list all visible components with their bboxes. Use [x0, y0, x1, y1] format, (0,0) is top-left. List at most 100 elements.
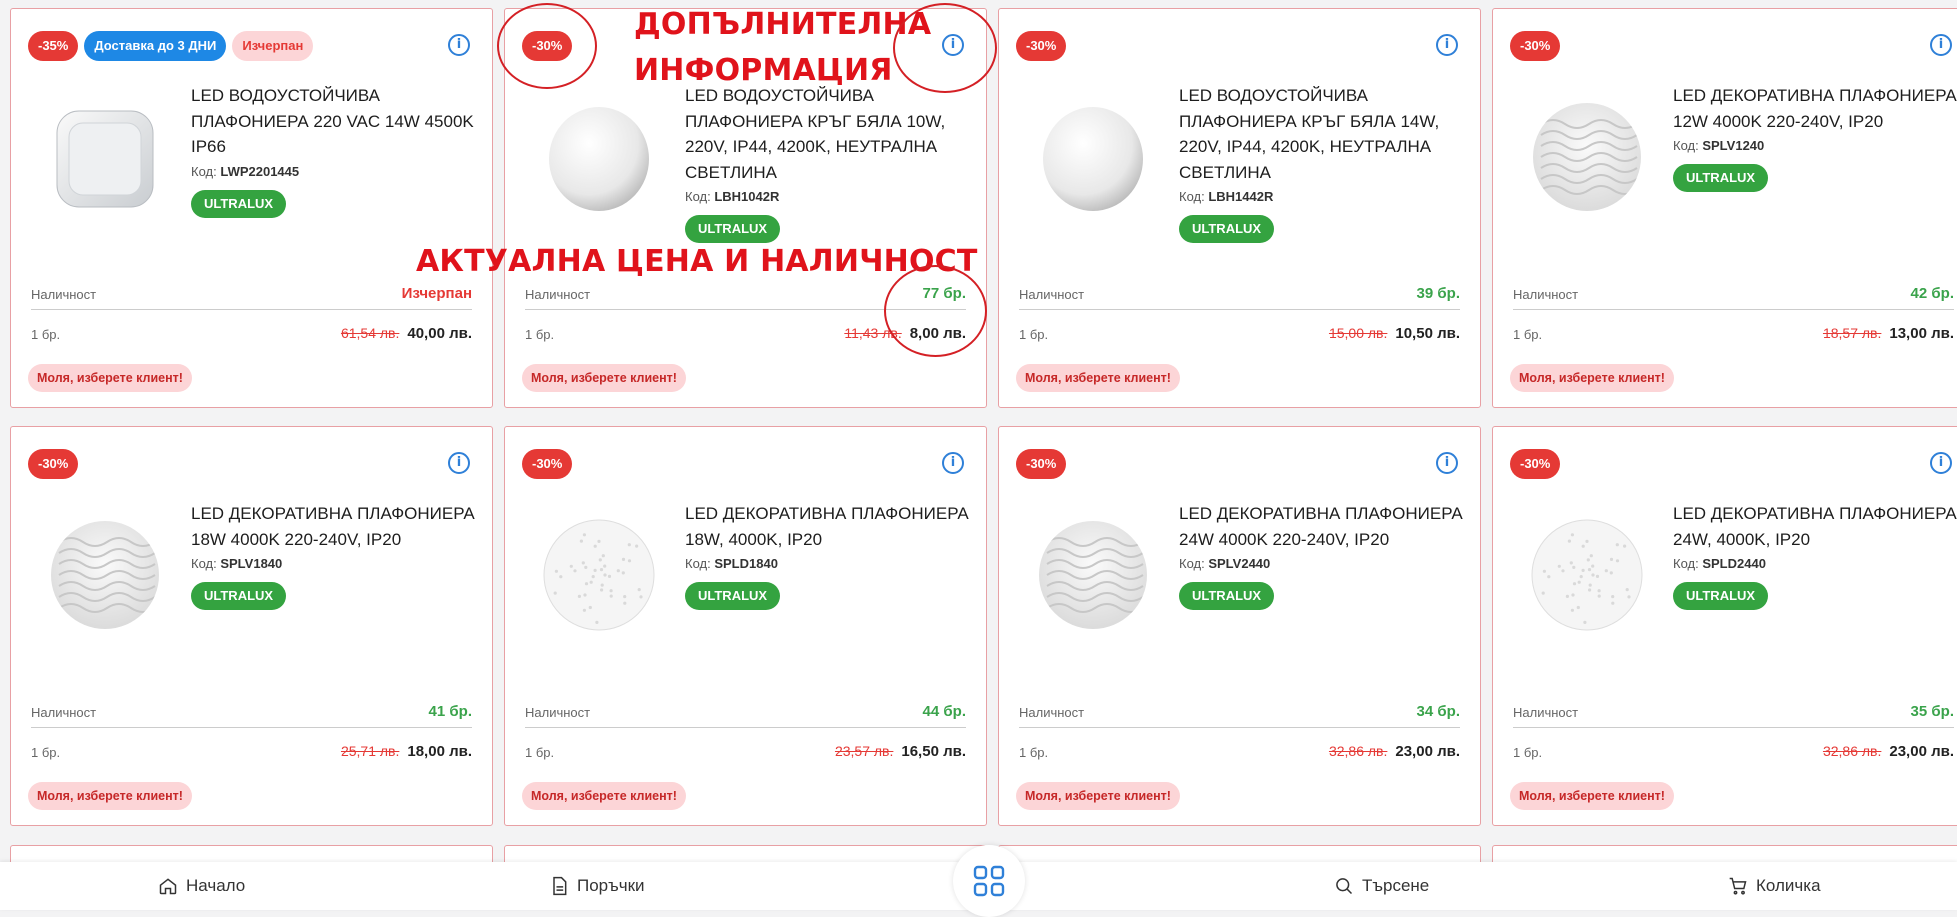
- badge-discount: -30%: [522, 449, 573, 479]
- wave-lamp-icon: [47, 517, 163, 633]
- stock-row: Наличност 35 бр.: [1513, 697, 1954, 728]
- brand-badge[interactable]: ULTRALUX: [1673, 164, 1769, 192]
- price-group: 23,57 лв. 16,50 лв.: [835, 743, 966, 760]
- product-card[interactable]: -30% i LED ДЕКОРАТИВНА ПЛАФОНИЕРА 12W 4000…: [1492, 8, 1957, 408]
- nav-cart[interactable]: Количка: [1728, 876, 1821, 896]
- nav-orders[interactable]: Поръчки: [549, 876, 645, 896]
- code-value: LBH1042R: [714, 189, 780, 204]
- badge-group: -30%: [28, 449, 79, 479]
- stock-value: 42 бр.: [1910, 285, 1954, 302]
- price-row: 1 бр. 32,86 лв. 23,00 лв.: [1513, 737, 1954, 767]
- select-client-button[interactable]: Моля, изберете клиент!: [522, 364, 686, 392]
- select-client-button[interactable]: Моля, изберете клиент!: [1510, 782, 1674, 810]
- product-image[interactable]: [1035, 517, 1151, 633]
- product-card[interactable]: -30% i LED ВОДОУСТОЙЧИВА ПЛАФОНИЕРА КРЪГ Б…: [998, 8, 1481, 408]
- code-value: SPLD1840: [714, 556, 778, 571]
- product-info: LED ВОДОУСТОЙЧИВА ПЛАФОНИЕРА 220 VAC 14W…: [191, 83, 476, 218]
- quantity-label: 1 бр.: [1019, 745, 1049, 760]
- price-row: 1 бр. 32,86 лв. 23,00 лв.: [1019, 737, 1460, 767]
- current-price: 13,00 лв.: [1889, 325, 1954, 342]
- nav-home-label: Начало: [186, 876, 246, 895]
- quantity-label: 1 бр.: [1513, 327, 1543, 342]
- home-icon: [159, 878, 177, 895]
- product-title[interactable]: LED ДЕКОРАТИВНА ПЛАФОНИЕРА 18W 4000K 220…: [191, 501, 476, 552]
- product-image[interactable]: [1529, 99, 1645, 215]
- product-image[interactable]: [541, 99, 657, 215]
- product-image[interactable]: [47, 517, 163, 633]
- search-icon: [1336, 878, 1353, 895]
- badge-group: -30%: [1510, 31, 1561, 61]
- badge-discount: -30%: [1510, 31, 1561, 61]
- annotation-circle-discount: [497, 3, 597, 89]
- brand-badge[interactable]: ULTRALUX: [191, 582, 287, 610]
- quantity-label: 1 бр.: [1019, 327, 1049, 342]
- annotation-circle-info: [893, 3, 997, 93]
- product-info: LED ВОДОУСТОЙЧИВА ПЛАФОНИЕРА КРЪГ БЯЛА 1…: [1179, 83, 1464, 243]
- product-title[interactable]: LED ДЕКОРАТИВНА ПЛАФОНИЕРА 24W, 4000K, I…: [1673, 501, 1957, 552]
- info-icon[interactable]: i: [448, 452, 470, 474]
- code-label: Код:: [1179, 556, 1205, 571]
- nav-search[interactable]: Търсене: [1334, 876, 1429, 896]
- product-title[interactable]: LED ВОДОУСТОЙЧИВА ПЛАФОНИЕРА КРЪГ БЯЛА 1…: [685, 83, 970, 185]
- info-icon[interactable]: i: [1930, 452, 1952, 474]
- code-label: Код:: [685, 189, 711, 204]
- nav-home[interactable]: Начало: [158, 876, 245, 896]
- stock-row: Наличност 44 бр.: [525, 697, 966, 728]
- product-title[interactable]: LED ДЕКОРАТИВНА ПЛАФОНИЕРА 12W 4000K 220…: [1673, 83, 1957, 134]
- brand-badge[interactable]: ULTRALUX: [1673, 582, 1769, 610]
- product-code: Код: SPLV1240: [1673, 136, 1957, 156]
- brand-badge[interactable]: ULTRALUX: [685, 582, 781, 610]
- stock-row: Наличност 39 бр.: [1019, 279, 1460, 310]
- product-info: LED ДЕКОРАТИВНА ПЛАФОНИЕРА 24W 4000K 220…: [1179, 501, 1464, 610]
- old-price: 32,86 лв.: [1822, 743, 1882, 759]
- badge-discount: -30%: [28, 449, 79, 479]
- product-title[interactable]: LED ВОДОУСТОЙЧИВА ПЛАФОНИЕРА 220 VAC 14W…: [191, 83, 476, 160]
- brand-badge[interactable]: ULTRALUX: [685, 215, 781, 243]
- product-card[interactable]: -30% i LED ДЕКОРАТИВНА ПЛАФОНИЕРА 24W, 400…: [1492, 426, 1957, 826]
- code-value: LBH1442R: [1208, 189, 1274, 204]
- code-value: SPLV1240: [1702, 138, 1765, 153]
- stock-row: Наличност 34 бр.: [1019, 697, 1460, 728]
- info-icon[interactable]: i: [1930, 34, 1952, 56]
- price-row: 1 бр. 61,54 лв. 40,00 лв.: [31, 319, 472, 349]
- info-icon[interactable]: i: [942, 452, 964, 474]
- select-client-button[interactable]: Моля, изберете клиент!: [28, 364, 192, 392]
- product-title[interactable]: LED ДЕКОРАТИВНА ПЛАФОНИЕРА 18W, 4000K, I…: [685, 501, 970, 552]
- product-card[interactable]: -30% i LED ДЕКОРАТИВНА ПЛАФОНИЕРА 24W 4000…: [998, 426, 1481, 826]
- brand-badge[interactable]: ULTRALUX: [1179, 582, 1275, 610]
- product-card[interactable]: -30% i LED ДЕКОРАТИВНА ПЛАФОНИЕРА 18W 4000…: [10, 426, 493, 826]
- stock-label: Наличност: [1019, 287, 1085, 302]
- annotation-more-info-line2: ИНФОРМАЦИЯ: [634, 53, 893, 88]
- select-client-button[interactable]: Моля, изберете клиент!: [1016, 364, 1180, 392]
- product-code: Код: LBH1042R: [685, 187, 970, 207]
- product-image[interactable]: [1035, 99, 1151, 215]
- product-title[interactable]: LED ВОДОУСТОЙЧИВА ПЛАФОНИЕРА КРЪГ БЯЛА 1…: [1179, 83, 1464, 185]
- product-card[interactable]: -35% Доставка до 3 ДНИ Изчерпан i LED ВОДОУС…: [10, 8, 493, 408]
- code-label: Код:: [685, 556, 711, 571]
- quantity-label: 1 бр.: [31, 327, 61, 342]
- product-image[interactable]: [47, 99, 163, 215]
- info-icon[interactable]: i: [1436, 452, 1458, 474]
- current-price: 10,50 лв.: [1395, 325, 1460, 342]
- nav-catalog-button[interactable]: [953, 845, 1025, 917]
- select-client-button[interactable]: Моля, изберете клиент!: [1510, 364, 1674, 392]
- product-code: Код: SPLV1840: [191, 554, 476, 574]
- info-icon[interactable]: i: [448, 34, 470, 56]
- info-icon[interactable]: i: [1436, 34, 1458, 56]
- grid-icon: [973, 865, 1005, 897]
- select-client-button[interactable]: Моля, изберете клиент!: [1016, 782, 1180, 810]
- stock-label: Наличност: [525, 705, 591, 720]
- select-client-button[interactable]: Моля, изберете клиент!: [28, 782, 192, 810]
- product-grid: -35% Доставка до 3 ДНИ Изчерпан i LED ВОДОУС…: [0, 0, 1957, 910]
- round-lamp-icon: [541, 99, 657, 215]
- quantity-label: 1 бр.: [31, 745, 61, 760]
- product-image[interactable]: [541, 517, 657, 633]
- product-card[interactable]: -30% i LED ДЕКОРАТИВНА ПЛАФОНИЕРА 18W, 400…: [504, 426, 987, 826]
- brand-badge[interactable]: ULTRALUX: [1179, 215, 1275, 243]
- brand-badge[interactable]: ULTRALUX: [191, 189, 287, 218]
- product-title[interactable]: LED ДЕКОРАТИВНА ПЛАФОНИЕРА 24W 4000K 220…: [1179, 501, 1464, 552]
- code-value: LWP2201445: [220, 163, 300, 179]
- product-image[interactable]: [1529, 517, 1645, 633]
- select-client-button[interactable]: Моля, изберете клиент!: [522, 782, 686, 810]
- badge-discount: -30%: [1510, 449, 1561, 479]
